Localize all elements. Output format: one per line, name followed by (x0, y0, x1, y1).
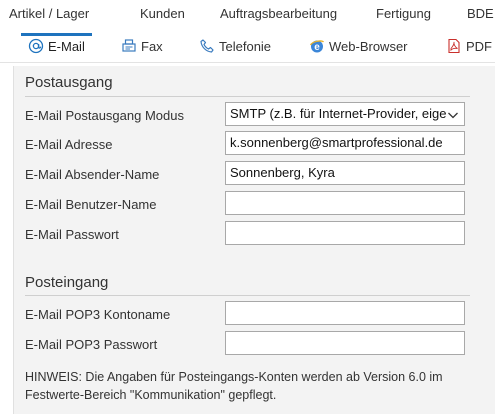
section-title-posteingang: Posteingang (25, 274, 109, 291)
at-icon (28, 38, 44, 54)
outgoing-mode-select[interactable]: SMTP (z.B. für Internet-Provider, eige (225, 102, 465, 126)
browser-icon: e (309, 38, 325, 54)
section-divider (25, 295, 470, 296)
label-email-adresse: E-Mail Adresse (25, 137, 113, 152)
tab-pdf-label: PDF (466, 38, 492, 54)
username-field[interactable] (225, 191, 465, 215)
tab-telefonie[interactable]: Telefonie (199, 36, 271, 56)
label-absender-name: E-Mail Absender-Name (25, 167, 160, 182)
nav-item-fertigung[interactable]: Fertigung (376, 6, 431, 21)
nav-item-kunden[interactable]: Kunden (140, 6, 185, 21)
tab-email-label: E-Mail (48, 38, 85, 54)
password-field[interactable] (225, 221, 465, 245)
phone-icon (199, 38, 215, 54)
nav-item-auftragsbearbeitung[interactable]: Auftragsbearbeitung (220, 6, 337, 21)
top-navigation: Artikel / Lager Kunden Auftragsbearbeitu… (0, 0, 495, 28)
svg-text:e: e (314, 42, 320, 53)
label-benutzer-name: E-Mail Benutzer-Name (25, 197, 157, 212)
email-address-field[interactable]: k.sonnenberg@smartprofessional.de (225, 131, 465, 155)
tab-telefonie-label: Telefonie (219, 38, 272, 54)
tab-email[interactable]: E-Mail (28, 36, 85, 56)
active-tab-indicator (21, 33, 92, 36)
outgoing-mode-value: SMTP (z.B. für Internet-Provider, eige (230, 106, 447, 121)
chevron-down-icon (446, 107, 460, 121)
tab-fax[interactable]: Fax (121, 36, 163, 56)
tab-fax-label: Fax (141, 38, 163, 54)
pdf-icon (446, 38, 462, 54)
section-divider (25, 96, 470, 97)
label-passwort: E-Mail Passwort (25, 227, 119, 242)
label-postausgang-modus: E-Mail Postausgang Modus (25, 108, 184, 123)
tab-pdf[interactable]: PDF (446, 36, 492, 56)
pop3-password-field[interactable] (225, 331, 465, 355)
label-pop3-passwort: E-Mail POP3 Passwort (25, 337, 158, 352)
tab-web-browser-label: Web-Browser (329, 38, 408, 54)
section-title-postausgang: Postausgang (25, 74, 113, 91)
pop3-account-field[interactable] (225, 301, 465, 325)
sender-name-field[interactable]: Sonnenberg, Kyra (225, 161, 465, 185)
label-pop3-kontoname: E-Mail POP3 Kontoname (25, 307, 171, 322)
nav-item-artikel-lager[interactable]: Artikel / Lager (9, 6, 89, 21)
hint-text: HINWEIS: Die Angaben für Posteingangs-Ko… (25, 370, 443, 402)
tab-web-browser[interactable]: e Web-Browser (309, 36, 408, 56)
nav-item-bde[interactable]: BDE (467, 6, 494, 21)
fax-icon (121, 38, 137, 54)
